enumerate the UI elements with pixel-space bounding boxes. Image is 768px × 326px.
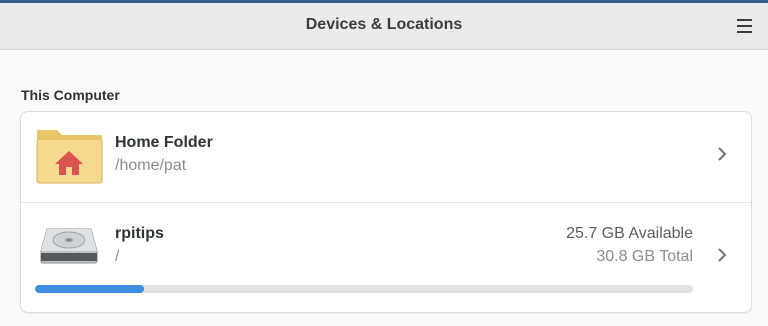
location-name: rpitips xyxy=(115,225,164,242)
header-bar: Devices & Locations xyxy=(0,3,768,50)
location-row-home[interactable]: Home Folder /home/pat xyxy=(21,112,751,203)
total-space: 30.8 GB Total xyxy=(596,248,693,265)
chevron-right-icon xyxy=(718,147,727,161)
location-name: Home Folder xyxy=(115,134,213,151)
location-path: /home/pat xyxy=(115,157,187,174)
section-title: This Computer xyxy=(21,87,120,103)
available-space: 25.7 GB Available xyxy=(566,225,693,242)
location-row-rpitips[interactable]: rpitips / 25.7 GB Available 30.8 GB Tota… xyxy=(21,203,751,312)
page-title: Devices & Locations xyxy=(305,16,463,33)
locations-card: Home Folder /home/pat rpitips / 25.7 GB … xyxy=(20,111,752,313)
disk-usage-bar xyxy=(35,285,693,293)
home-folder-icon xyxy=(36,130,103,184)
disk-usage-fill xyxy=(35,285,145,293)
hard-disk-icon xyxy=(40,228,98,264)
hamburger-menu-icon[interactable] xyxy=(736,17,754,35)
chevron-right-icon xyxy=(718,248,727,262)
location-path: / xyxy=(115,248,120,265)
